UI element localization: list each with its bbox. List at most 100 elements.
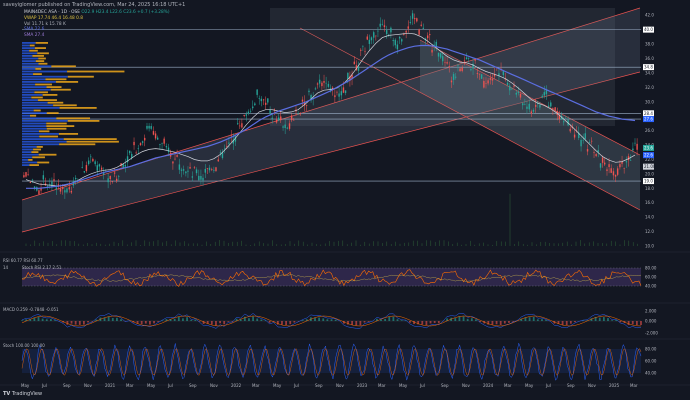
candle-body — [513, 85, 515, 87]
volume-profile-down-bar — [59, 107, 97, 109]
candle-body — [517, 91, 520, 94]
macd-axis-tick: 0.000 — [645, 319, 657, 324]
volume-profile-up-bar — [22, 60, 36, 62]
candle-body — [450, 80, 453, 83]
macd-histogram-bar — [351, 321, 354, 326]
volume-profile-down-bar — [46, 86, 62, 88]
candle-body — [236, 123, 239, 125]
candle-body — [422, 27, 425, 29]
macd-histogram-bar — [611, 320, 614, 321]
macd-histogram-bar — [532, 316, 535, 321]
candle-body — [407, 26, 409, 29]
x-axis-tick: 2022 — [231, 383, 242, 388]
volume-profile-down-bar — [38, 153, 57, 156]
macd-histogram-bar — [41, 318, 44, 321]
macd-histogram-bar — [470, 318, 473, 321]
x-axis-tick: Mar — [630, 383, 638, 388]
macd-histogram-bar — [355, 321, 358, 326]
candle-body — [483, 80, 485, 88]
candle-body — [476, 73, 479, 74]
x-axis-tick: 2023 — [357, 383, 368, 388]
candle-body — [213, 169, 215, 171]
candle-body — [139, 143, 142, 146]
candle-body — [448, 66, 450, 68]
candle-body — [146, 125, 148, 129]
candle-body — [454, 76, 457, 78]
candle-body — [580, 139, 582, 147]
x-axis-tick: 2025 — [609, 383, 620, 388]
price-label-text: 34.8 — [644, 65, 653, 70]
macd-histogram-bar — [194, 319, 197, 321]
macd-histogram-bar — [541, 319, 543, 321]
volume-profile-up-bar — [22, 153, 39, 156]
x-axis-tick: Nov — [336, 383, 344, 388]
macd-histogram-bar — [635, 321, 638, 326]
candle-body — [446, 62, 448, 64]
stoch-band-fill — [22, 349, 641, 373]
candle-body — [217, 159, 219, 162]
volume-profile-down-bar — [63, 138, 117, 140]
macd-histogram-bar — [458, 316, 461, 321]
volume-profile-down-bar — [31, 151, 39, 153]
candle-body — [420, 24, 422, 26]
volume-profile-up-bar — [22, 65, 52, 68]
macd-histogram-bar — [289, 321, 292, 325]
macd-histogram-bar — [388, 316, 391, 321]
candle-body — [172, 161, 174, 164]
candle-body — [390, 27, 392, 33]
macd-histogram-bar — [78, 321, 81, 325]
volume-profile-up-bar — [22, 78, 46, 81]
x-axis-tick: May — [273, 383, 282, 388]
candle-body — [137, 148, 139, 149]
chart-canvas[interactable]: 42.040.038.036.034.032.030.028.026.024.0… — [0, 0, 690, 400]
candle-body — [601, 157, 604, 163]
candle-body — [202, 177, 204, 181]
macd-histogram-bar — [281, 321, 283, 325]
candle-body — [608, 164, 610, 168]
volume-profile-up-bar — [22, 44, 30, 47]
macd-histogram-bar — [330, 319, 333, 321]
macd-histogram-bar — [598, 317, 601, 321]
macd-histogram-bar — [210, 321, 213, 325]
volume-profile-down-bar — [39, 135, 59, 138]
volume-profile-up-bar — [22, 161, 38, 164]
macd-histogram-bar — [512, 321, 514, 322]
volume-profile-down-bar — [34, 91, 48, 94]
candle-body — [189, 167, 191, 169]
candle-body — [239, 125, 241, 127]
candle-body — [353, 61, 356, 65]
macd-histogram-bar — [21, 320, 23, 321]
volume-profile-up-bar — [22, 73, 34, 75]
x-axis-tick: May — [399, 383, 408, 388]
volume-profile-down-bar — [33, 109, 41, 112]
macd-histogram-bar — [301, 320, 304, 321]
candle-body — [563, 121, 565, 123]
macd-histogram-bar — [120, 319, 122, 321]
price-label-text: 27.6 — [644, 117, 653, 122]
candle-body — [262, 99, 265, 101]
macd-histogram-bar — [74, 321, 77, 325]
x-axis-tick: Jul — [419, 383, 425, 388]
macd-histogram-bar — [190, 320, 193, 321]
candle-body — [167, 147, 170, 153]
volume-profile-down-bar — [45, 78, 67, 81]
volume-profile-down-bar — [67, 120, 100, 122]
candle-body — [314, 88, 317, 90]
x-axis-tick: May — [21, 383, 30, 388]
macd-axis-tick: 2.000 — [645, 309, 657, 314]
candle-body — [83, 171, 86, 173]
volume-profile-down-bar — [58, 133, 79, 135]
volume-profile-down-bar — [51, 65, 76, 68]
volume-profile-up-bar — [22, 120, 68, 122]
macd-histogram-bar — [177, 316, 180, 321]
volume-profile-up-bar — [22, 91, 35, 94]
macd-histogram-bar — [396, 319, 399, 321]
candle-body — [182, 169, 185, 171]
price-axis-tick: 30.0 — [645, 99, 654, 104]
macd-histogram-bar — [363, 321, 366, 323]
volume-profile-up-bar — [22, 164, 30, 166]
volume-profile-up-bar — [22, 133, 59, 135]
candle-body — [524, 104, 526, 105]
macd-histogram-bar — [508, 321, 510, 323]
candle-body — [323, 81, 325, 83]
